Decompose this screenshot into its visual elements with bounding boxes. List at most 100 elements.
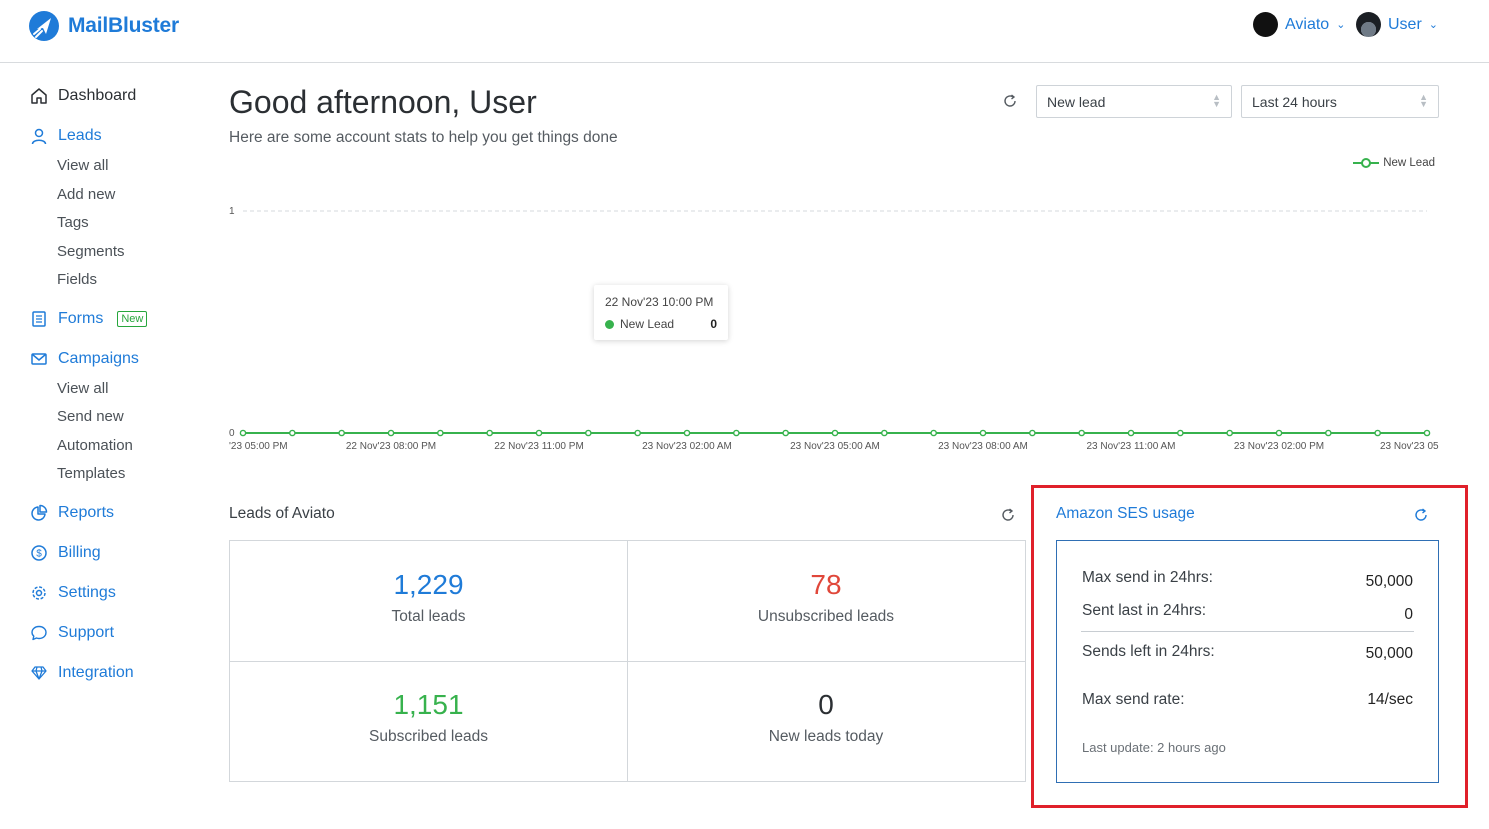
page-title: Good afternoon, User — [229, 84, 537, 120]
metric-select[interactable]: New lead ▲ ▼ — [1036, 85, 1232, 118]
data-point — [1374, 429, 1381, 437]
sidebar-item-label: Dashboard — [58, 87, 137, 104]
chat-bubble-icon — [31, 625, 47, 641]
data-point — [437, 429, 444, 437]
dollar-icon: $ — [31, 545, 47, 561]
data-point — [831, 429, 839, 437]
account-name: Aviato — [1285, 15, 1330, 33]
sidebar-item-label: Billing — [58, 544, 101, 561]
data-point — [1078, 429, 1085, 437]
gear-icon — [32, 586, 46, 600]
x-tick-label: 23 Nov'23 02:00 PM — [1234, 441, 1324, 452]
user-icon — [31, 128, 47, 145]
form-icon — [32, 311, 46, 327]
stat-value: 1,151 — [393, 689, 464, 720]
page-subtitle: Here are some account stats to help you … — [229, 129, 618, 146]
data-point — [535, 429, 543, 437]
app-name: MailBluster — [68, 14, 179, 37]
leads-chart: New Lead 0 1 '23 05:00 PM 22 Nov'23 08:00 P… — [229, 150, 1441, 460]
sidebar-item-integration[interactable]: Integration — [30, 664, 134, 682]
updown-arrows-icon: ▲ ▼ — [1212, 92, 1221, 109]
sidebar-subitem-leads-view-all[interactable]: View all — [57, 157, 108, 174]
stat-label: Unsubscribed leads — [757, 608, 895, 625]
sidebar-subitem-leads-segments[interactable]: Segments — [57, 243, 125, 260]
account-switcher[interactable]: Aviato ⌄ — [1253, 12, 1345, 37]
stat-value: 0 — [818, 689, 834, 720]
stat-subscribed-leads[interactable]: 1,151 Subscribed leads — [230, 661, 628, 782]
data-point — [1127, 429, 1135, 437]
x-tick-label: '23 05:00 PM — [229, 441, 288, 452]
chevron-down-icon: ⌄ — [1428, 19, 1438, 31]
stat-total-leads[interactable]: 1,229 Total leads — [230, 541, 628, 662]
data-point — [782, 429, 789, 437]
leads-section-title: Leads of Aviato — [229, 505, 335, 522]
data-point — [289, 429, 296, 437]
metric-select-value: New lead — [1047, 94, 1106, 110]
data-point — [1029, 429, 1036, 437]
leads-refresh-button[interactable] — [1000, 507, 1016, 528]
user-name: User — [1388, 15, 1422, 33]
home-icon — [31, 88, 47, 104]
refresh-icon — [1002, 508, 1014, 521]
y-tick-label: 1 — [229, 206, 235, 217]
range-select[interactable]: Last 24 hours ▲ ▼ — [1241, 85, 1439, 118]
data-point — [486, 429, 493, 437]
sidebar-item-support[interactable]: Support — [30, 624, 114, 642]
sidebar-item-settings[interactable]: Settings — [30, 584, 116, 602]
sidebar-item-leads[interactable]: Leads — [30, 127, 102, 145]
app-logo[interactable]: MailBluster — [28, 10, 179, 42]
sidebar-item-dashboard[interactable]: Dashboard — [30, 87, 136, 105]
x-tick-label: 22 Nov'23 08:00 PM — [346, 441, 436, 452]
data-point — [733, 429, 740, 437]
sidebar-item-billing[interactable]: $ Billing — [30, 544, 101, 562]
leads-stats-grid: 1,229 Total leads 78 Unsubscribed leads … — [229, 540, 1026, 782]
series-dot-icon — [605, 319, 614, 329]
stat-label: New leads today — [768, 728, 884, 745]
new-badge: New — [117, 311, 148, 327]
sidebar-item-label: Support — [58, 624, 115, 641]
x-tick-label: 22 Nov'23 11:00 PM — [494, 441, 584, 452]
stat-unsubscribed-leads[interactable]: 78 Unsubscribed leads — [627, 541, 1025, 662]
data-point — [634, 429, 641, 437]
sidebar-item-label: Campaigns — [58, 350, 139, 367]
data-point — [683, 429, 691, 437]
data-point — [979, 429, 987, 437]
sidebar-subitem-campaigns-automation[interactable]: Automation — [57, 437, 133, 454]
range-select-value: Last 24 hours — [1252, 94, 1337, 110]
sidebar-subitem-leads-tags[interactable]: Tags — [57, 214, 89, 231]
stat-value: 78 — [810, 569, 842, 600]
sidebar-item-label: Leads — [58, 127, 102, 144]
data-point — [387, 429, 395, 437]
data-point — [585, 429, 592, 437]
data-point — [930, 429, 937, 437]
sidebar-item-reports[interactable]: Reports — [30, 504, 114, 522]
data-point — [1275, 429, 1283, 437]
pie-chart-icon — [31, 504, 48, 521]
data-point — [338, 429, 345, 437]
sidebar-subitem-leads-fields[interactable]: Fields — [57, 271, 97, 288]
user-menu[interactable]: User ⌄ — [1356, 12, 1438, 37]
sidebar-subitem-campaigns-templates[interactable]: Templates — [57, 465, 125, 482]
mailbluster-logo-icon — [29, 11, 59, 41]
tooltip-value: 0 — [710, 317, 717, 331]
x-tick-label: 23 Nov'23 11:00 AM — [1086, 441, 1175, 452]
x-tick-label: 23 Nov'23 05:00 AM — [790, 441, 880, 452]
sidebar-item-campaigns[interactable]: Campaigns — [30, 350, 139, 368]
sidebar-subitem-campaigns-send-new[interactable]: Send new — [57, 408, 124, 425]
stat-new-leads-today[interactable]: 0 New leads today — [627, 661, 1025, 782]
refresh-icon — [1004, 94, 1016, 107]
sidebar-item-label: Forms — [58, 310, 104, 327]
data-point — [1226, 429, 1233, 437]
sidebar-subitem-campaigns-view-all[interactable]: View all — [57, 380, 108, 397]
tooltip-date: 22 Nov'23 10:00 PM — [605, 295, 714, 309]
sidebar-subitem-leads-add-new[interactable]: Add new — [57, 186, 115, 203]
chart-refresh-button[interactable] — [1002, 93, 1018, 114]
brand-avatar-icon — [1253, 12, 1278, 37]
sidebar-item-forms[interactable]: Forms New — [30, 310, 148, 328]
top-bar: MailBluster Aviato ⌄ User ⌄ — [0, 0, 1489, 63]
sidebar-item-label: Settings — [58, 584, 116, 601]
tooltip-series: New Lead — [620, 317, 675, 331]
svg-text:$: $ — [36, 549, 42, 560]
data-point — [1325, 429, 1332, 437]
mail-icon — [31, 353, 47, 365]
